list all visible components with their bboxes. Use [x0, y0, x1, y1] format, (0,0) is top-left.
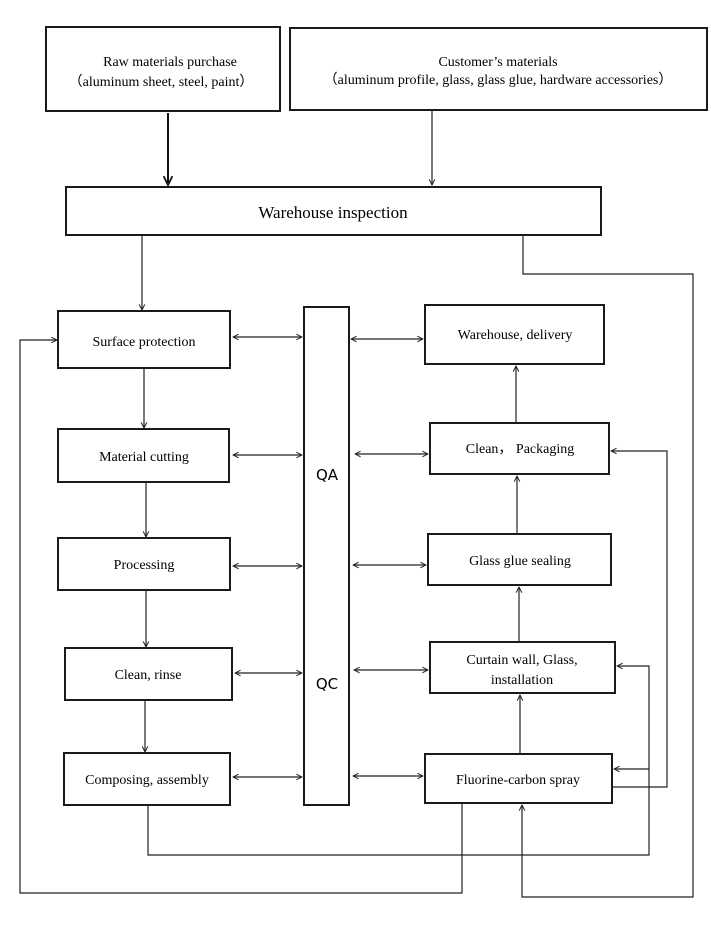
node-clean-packaging: Clean， Packaging	[429, 422, 610, 475]
raw-materials-detail: （aluminum sheet, steel, paint）	[69, 74, 254, 90]
node-clean-rinse: Clean, rinse	[64, 647, 233, 701]
warehouse-delivery-label: Warehouse, delivery	[458, 328, 573, 343]
node-warehouse-delivery: Warehouse, delivery	[424, 304, 605, 365]
node-fluorine-carbon-spray: Fluorine-carbon spray	[424, 753, 613, 804]
node-warehouse-inspection: Warehouse inspection	[65, 186, 602, 236]
curtain-wall-label-line1: Curtain wall, Glass,	[466, 653, 577, 668]
processing-label: Processing	[114, 558, 175, 573]
clean-rinse-label: Clean, rinse	[115, 668, 182, 683]
node-material-cutting: Material cutting	[57, 428, 230, 483]
node-surface-protection: Surface protection	[57, 310, 231, 369]
node-curtain-wall-installation: Curtain wall, Glass, installation	[429, 641, 616, 694]
glass-glue-sealing-label: Glass glue sealing	[469, 554, 571, 569]
surface-protection-label: Surface protection	[92, 335, 195, 350]
clean-packaging-label: Clean， Packaging	[466, 442, 574, 457]
node-customer-materials: Customer’s materials （aluminum profile, …	[289, 27, 708, 111]
qc-label: QC	[316, 675, 338, 693]
material-cutting-label: Material cutting	[99, 450, 189, 465]
node-qa-qc: QA QC	[303, 306, 350, 806]
edge-spray-to-surface	[19, 340, 463, 894]
node-raw-materials: Raw materials purchase （aluminum sheet, …	[45, 26, 281, 112]
node-glass-glue-sealing: Glass glue sealing	[427, 533, 612, 586]
node-composing-assembly: Composing, assembly	[63, 752, 231, 806]
raw-materials-title: Raw materials purchase	[103, 55, 237, 70]
edge-spray-to-packaging	[611, 451, 668, 788]
fluorine-carbon-spray-label: Fluorine-carbon spray	[456, 773, 580, 788]
qa-label: QA	[316, 466, 339, 484]
composing-assembly-label: Composing, assembly	[85, 773, 209, 788]
node-processing: Processing	[57, 537, 231, 591]
curtain-wall-label-line2: installation	[491, 673, 553, 688]
process-flow-diagram: Raw materials purchase （aluminum sheet, …	[19, 26, 708, 898]
warehouse-inspection-label: Warehouse inspection	[258, 203, 408, 222]
customer-materials-detail: （aluminum profile, glass, glass glue, ha…	[324, 72, 673, 88]
customer-materials-title: Customer’s materials	[438, 55, 557, 70]
